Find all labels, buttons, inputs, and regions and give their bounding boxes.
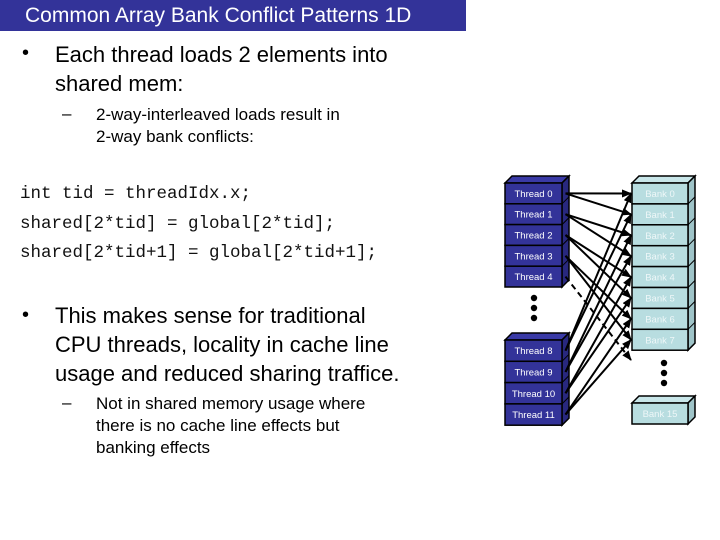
ellipsis-dot (660, 359, 668, 367)
ellipsis-dot (660, 379, 668, 387)
ellipsis-dot (530, 304, 538, 312)
ellipsis-dot (660, 369, 668, 377)
bank-box-label: Bank 3 (645, 252, 675, 263)
bank-box-top-face (630, 175, 697, 184)
bank-box-label: Bank 6 (645, 314, 675, 325)
thread-box-top-face (503, 175, 571, 184)
bank-box-label: Bank 1 (645, 210, 675, 221)
thread-box-label: Thread 2 (514, 231, 552, 242)
thread-box-label: Thread 10 (512, 389, 555, 400)
bank-box-label: Bank 15 (643, 409, 678, 420)
ellipsis-dot (530, 314, 538, 322)
bank-box-top-face (630, 395, 697, 404)
thread-box-label: Thread 0 (514, 189, 552, 200)
thread-box-label: Thread 1 (514, 210, 552, 221)
thread-box-label: Thread 9 (514, 367, 552, 378)
thread-box-label: Thread 3 (514, 251, 552, 262)
thread-box-label: Thread 11 (512, 410, 555, 421)
bank-box-label: Bank 0 (645, 189, 675, 200)
bank-box-label: Bank 5 (645, 293, 675, 304)
connection-arrow (565, 192, 632, 216)
thread-box-label: Thread 8 (514, 346, 552, 357)
ellipsis-dot (530, 294, 538, 302)
bank-conflict-diagram: Thread 0 Thread 1 Thread 2 Thread 3 Thread 4… (503, 174, 697, 428)
bank-box-label: Bank 4 (645, 273, 675, 284)
bank-box-label: Bank 2 (645, 231, 675, 242)
bank-box-label: Bank 7 (645, 335, 675, 346)
thread-box-label: Thread 4 (514, 272, 552, 283)
thread-box-top-face (503, 332, 571, 341)
